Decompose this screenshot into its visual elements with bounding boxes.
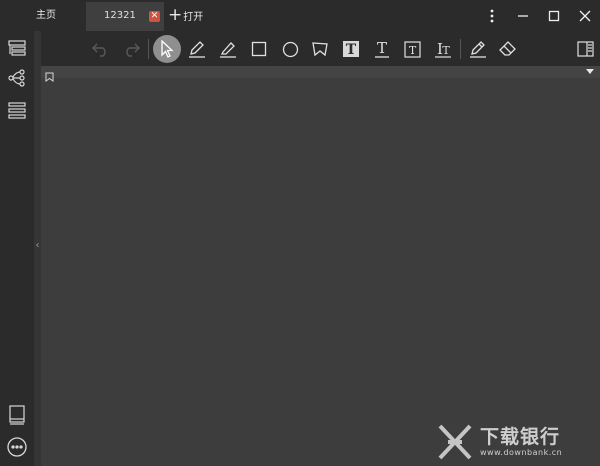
tab-home[interactable]: 主页 xyxy=(0,0,86,31)
annotation-toolbar: T T T IT xyxy=(41,31,600,66)
undo-icon[interactable] xyxy=(88,36,114,62)
watermark: 下载银行 www.downbank.cn xyxy=(436,422,562,462)
plus-icon: + xyxy=(168,5,183,25)
select-icon[interactable] xyxy=(153,35,181,63)
svg-text:T: T xyxy=(377,40,387,57)
eraser-icon[interactable] xyxy=(495,36,521,62)
toolbar-separator xyxy=(460,39,461,59)
more-icon[interactable] xyxy=(6,436,28,458)
pen-icon[interactable] xyxy=(184,36,210,62)
close-icon[interactable] xyxy=(569,0,600,31)
toolbar-separator xyxy=(148,39,149,59)
redo-icon[interactable] xyxy=(118,36,144,62)
dropdown-arrow-icon[interactable] xyxy=(586,69,594,74)
tab-home-label: 主页 xyxy=(36,10,56,21)
svg-text:T: T xyxy=(408,44,416,57)
edit-icon[interactable] xyxy=(465,36,491,62)
mindmap-icon[interactable] xyxy=(6,67,28,89)
tab-close-icon[interactable]: ✕ xyxy=(149,11,160,22)
tab-document-label: 12321 xyxy=(104,10,136,21)
document-canvas[interactable] xyxy=(41,66,600,466)
book-icon[interactable] xyxy=(6,404,28,426)
more-vertical-icon[interactable] xyxy=(476,0,507,31)
title-bar: 主页 12321 ✕ + 打开 xyxy=(0,0,600,31)
svg-text:T: T xyxy=(442,44,450,57)
outline-icon[interactable] xyxy=(6,37,28,59)
text-box-icon[interactable]: T xyxy=(399,36,425,62)
watermark-logo-icon xyxy=(438,424,472,460)
watermark-title: 下载银行 xyxy=(480,426,561,448)
window-controls xyxy=(476,0,600,31)
svg-text:T: T xyxy=(346,42,357,57)
watermark-url: www.downbank.cn xyxy=(480,448,563,457)
bookmark-icon[interactable] xyxy=(45,67,54,82)
polygon-icon[interactable] xyxy=(307,36,333,62)
rectangle-icon[interactable] xyxy=(246,36,272,62)
collapse-chevron-icon[interactable]: ‹ xyxy=(34,240,41,252)
app-window: 主页 12321 ✕ + 打开 ‹ T T T I T 下载银行 www.dow… xyxy=(0,0,600,466)
list-icon[interactable] xyxy=(6,99,28,121)
text-filled-icon[interactable]: T xyxy=(338,36,364,62)
tab-document[interactable]: 12321 ✕ xyxy=(86,2,164,31)
open-button-label: 打开 xyxy=(183,12,204,23)
ellipse-icon[interactable] xyxy=(277,36,303,62)
maximize-icon[interactable] xyxy=(538,0,569,31)
panel-toggle-icon[interactable] xyxy=(572,36,598,62)
document-header-bar xyxy=(41,66,600,82)
open-button[interactable]: + 打开 xyxy=(168,0,203,31)
left-sidebar xyxy=(0,31,34,466)
text-underline-icon[interactable]: T xyxy=(369,36,395,62)
highlighter-icon[interactable] xyxy=(215,36,241,62)
text-style-icon[interactable]: IT xyxy=(430,36,456,62)
minimize-icon[interactable] xyxy=(507,0,538,31)
